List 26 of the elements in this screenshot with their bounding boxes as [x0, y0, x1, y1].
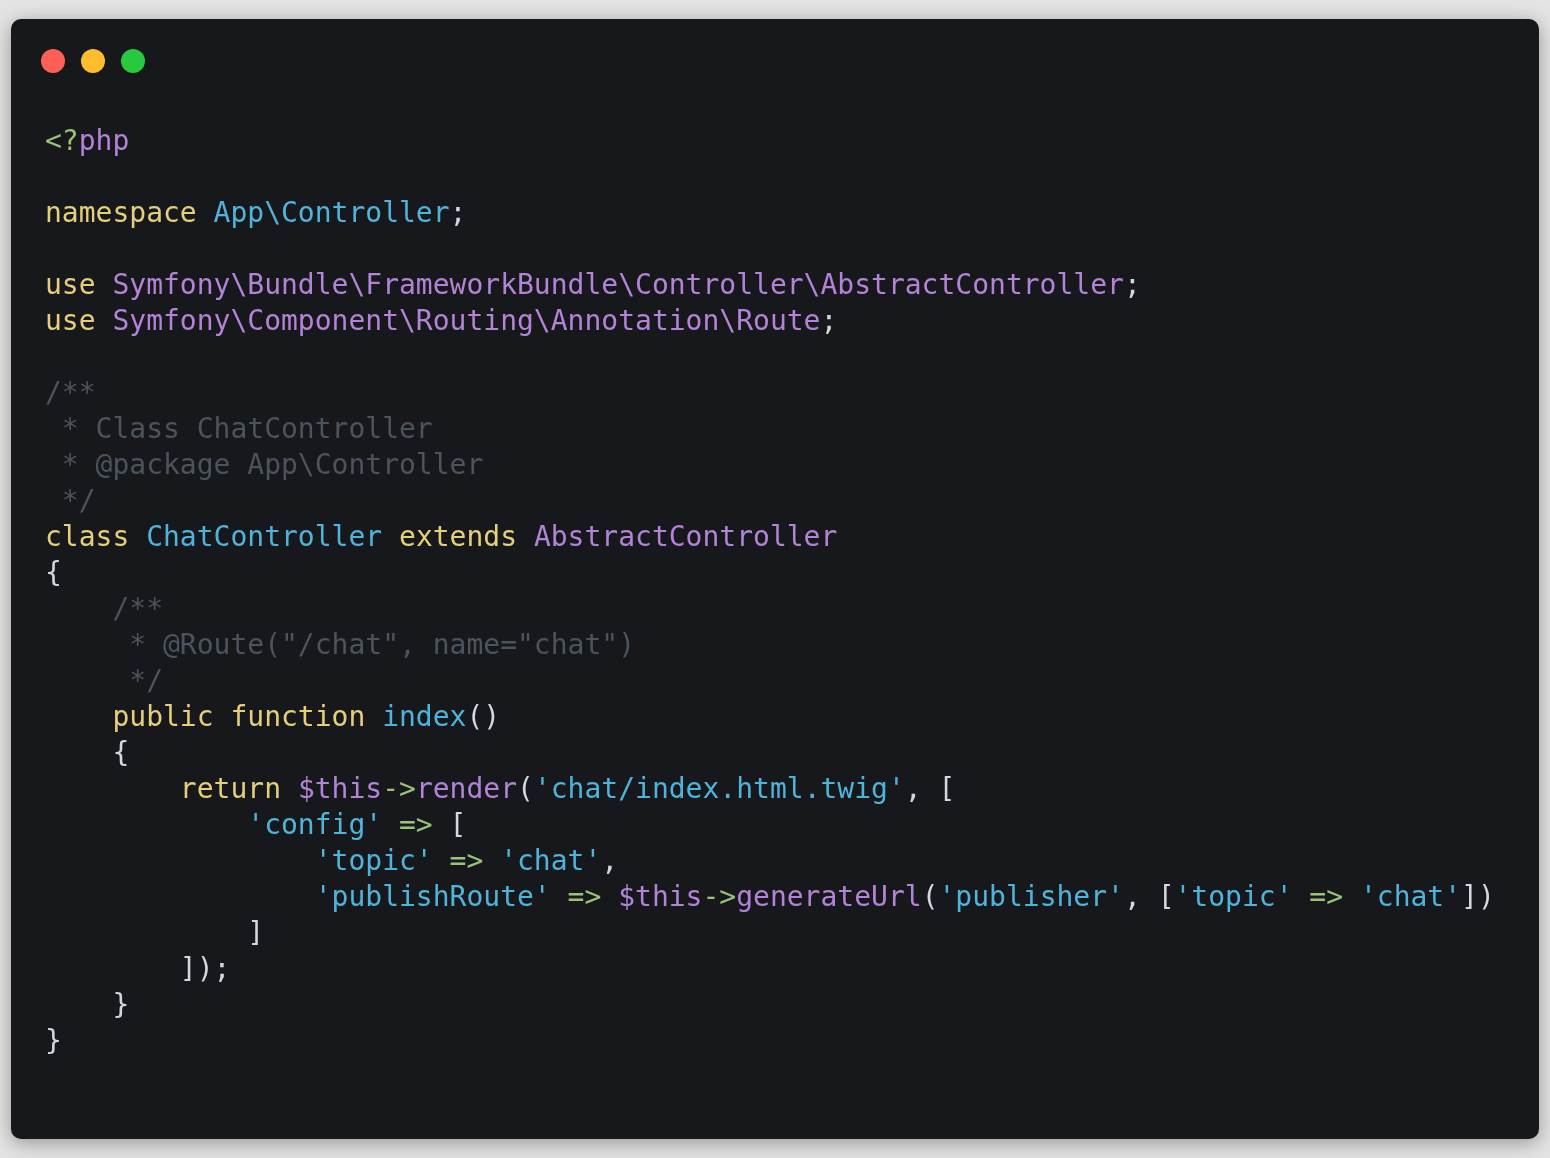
code-line: /**: [45, 375, 96, 411]
code-line: */: [128, 663, 163, 699]
code-line: return $this->render('chat/index.html.twig', [: [178, 771, 956, 807]
code-line: ]);: [178, 951, 231, 987]
code-line: {: [45, 555, 62, 591]
code-line: * @Route("/chat", name="chat"): [128, 627, 635, 663]
code-line: public function index(): [111, 699, 501, 735]
code-line: * Class ChatController: [60, 411, 433, 447]
code-line: 'config' => [: [246, 807, 467, 843]
code-line: 'topic' => 'chat',: [313, 843, 619, 879]
code-line: namespace App\Controller;: [45, 195, 467, 231]
code-line: * @package App\Controller: [60, 447, 484, 483]
minimize-button[interactable]: [81, 49, 105, 73]
code-line: 'publishRoute' => $this->generateUrl('publisher', ['topic' => 'chat']): [313, 879, 1495, 915]
zoom-button[interactable]: [121, 49, 145, 73]
code-line: <?php: [45, 123, 130, 159]
code-line: use Symfony\Component\Routing\Annotation\Route;: [45, 303, 838, 339]
code-line: */: [60, 483, 96, 519]
code-line: class ChatController extends AbstractController: [45, 519, 838, 555]
code-line: use Symfony\Bundle\FrameworkBundle\Controller\AbstractController;: [45, 267, 1141, 303]
code-line: {: [111, 735, 130, 771]
code-line: }: [111, 987, 130, 1023]
code-line: ]: [246, 915, 265, 951]
code-line: }: [45, 1023, 62, 1059]
close-button[interactable]: [41, 49, 65, 73]
code-line: /**: [111, 591, 163, 627]
